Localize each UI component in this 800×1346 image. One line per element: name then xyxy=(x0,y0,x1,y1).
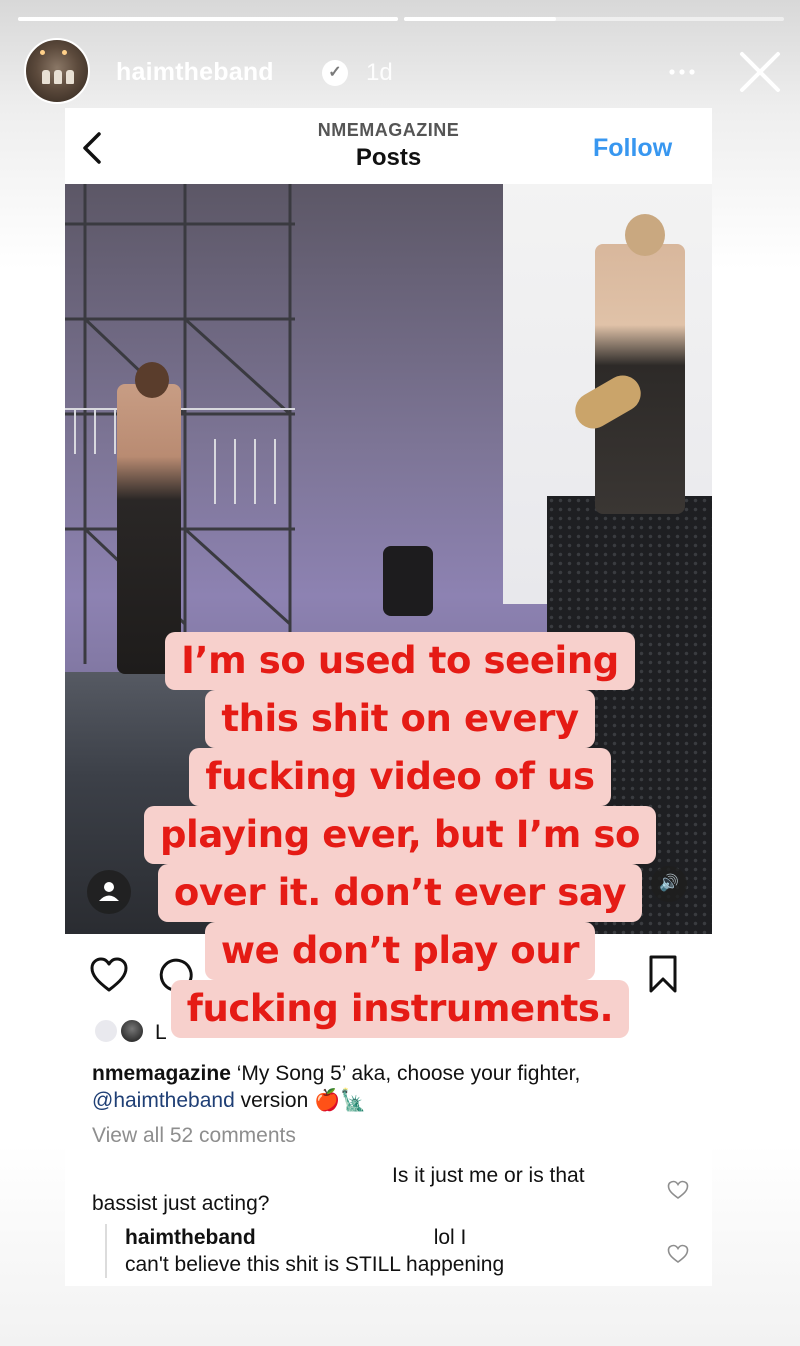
photo-performer-left xyxy=(117,384,181,674)
reply-author[interactable]: haimtheband xyxy=(125,1226,256,1249)
comment: Is it just me or is that bassist just ac… xyxy=(92,1162,672,1218)
story-progress-bar-2 xyxy=(404,17,784,21)
avatar-figure xyxy=(42,70,50,84)
avatar-figure xyxy=(66,70,74,84)
avatar-figure xyxy=(54,70,62,84)
comment-text-line-1: Is it just me or is that xyxy=(392,1164,585,1187)
avatar[interactable] xyxy=(24,38,90,104)
avatar-light xyxy=(40,50,45,55)
more-icon[interactable] xyxy=(662,52,702,92)
overlay-line: this shit on every xyxy=(205,690,595,748)
reply-text-line-1: lol I xyxy=(433,1226,467,1249)
follow-button[interactable]: Follow xyxy=(593,134,672,163)
caption-mention[interactable]: @haimtheband xyxy=(92,1089,235,1112)
story-text-overlay: I’m so used to seeing this shit on every… xyxy=(110,632,690,1038)
overlay-line: playing ever, but I’m so xyxy=(143,806,657,864)
overlay-line: fucking video of us xyxy=(189,748,611,806)
caption-author[interactable]: nmemagazine xyxy=(92,1062,231,1085)
small-heart-glyph xyxy=(667,1244,689,1263)
close-icon[interactable] xyxy=(736,48,784,96)
post-caption: nmemagazine ‘My Song 5’ aka, choose your… xyxy=(92,1060,692,1114)
view-all-comments-link[interactable]: View all 52 comments xyxy=(92,1124,296,1148)
caption-text-end: version 🍎🗽 xyxy=(234,1089,367,1112)
story-timestamp: 1d xyxy=(366,59,393,86)
comment-reply: haimtheband lol I can't believe this shit… xyxy=(105,1224,645,1278)
story-username[interactable]: haimtheband xyxy=(116,58,274,87)
more-icon-glyph xyxy=(669,69,695,75)
photo-performer-right xyxy=(595,244,685,514)
comment-like-heart-icon[interactable] xyxy=(667,1180,689,1200)
verified-badge-icon: ✓ xyxy=(322,60,348,86)
story-progress-fill-2 xyxy=(404,17,556,21)
caption-text: ‘My Song 5’ aka, choose your fighter, xyxy=(230,1062,581,1085)
overlay-line: over it. don’t ever say xyxy=(157,864,643,922)
photo-performer-head xyxy=(135,362,169,398)
reply-text-line-2: can't believe this shit is STILL happeni… xyxy=(125,1253,505,1276)
reply-like-heart-icon[interactable] xyxy=(667,1244,689,1264)
story-progress-bar-1 xyxy=(18,17,398,21)
story-progress-fill-1 xyxy=(18,17,398,21)
avatar-light xyxy=(62,50,67,55)
post-header: NMEMAGAZINE Posts Follow xyxy=(65,108,712,184)
photo-drummer xyxy=(383,546,433,616)
overlay-line: fucking instruments. xyxy=(170,980,630,1038)
story-header: haimtheband ✓ 1d xyxy=(24,38,780,106)
comment-text-line-2: bassist just acting? xyxy=(92,1192,270,1215)
photo-performer-head xyxy=(625,214,665,256)
overlay-line: we don’t play our xyxy=(204,922,596,980)
overlay-line: I’m so used to seeing xyxy=(165,632,635,690)
small-heart-glyph xyxy=(667,1180,689,1199)
close-icon-glyph xyxy=(740,52,780,92)
